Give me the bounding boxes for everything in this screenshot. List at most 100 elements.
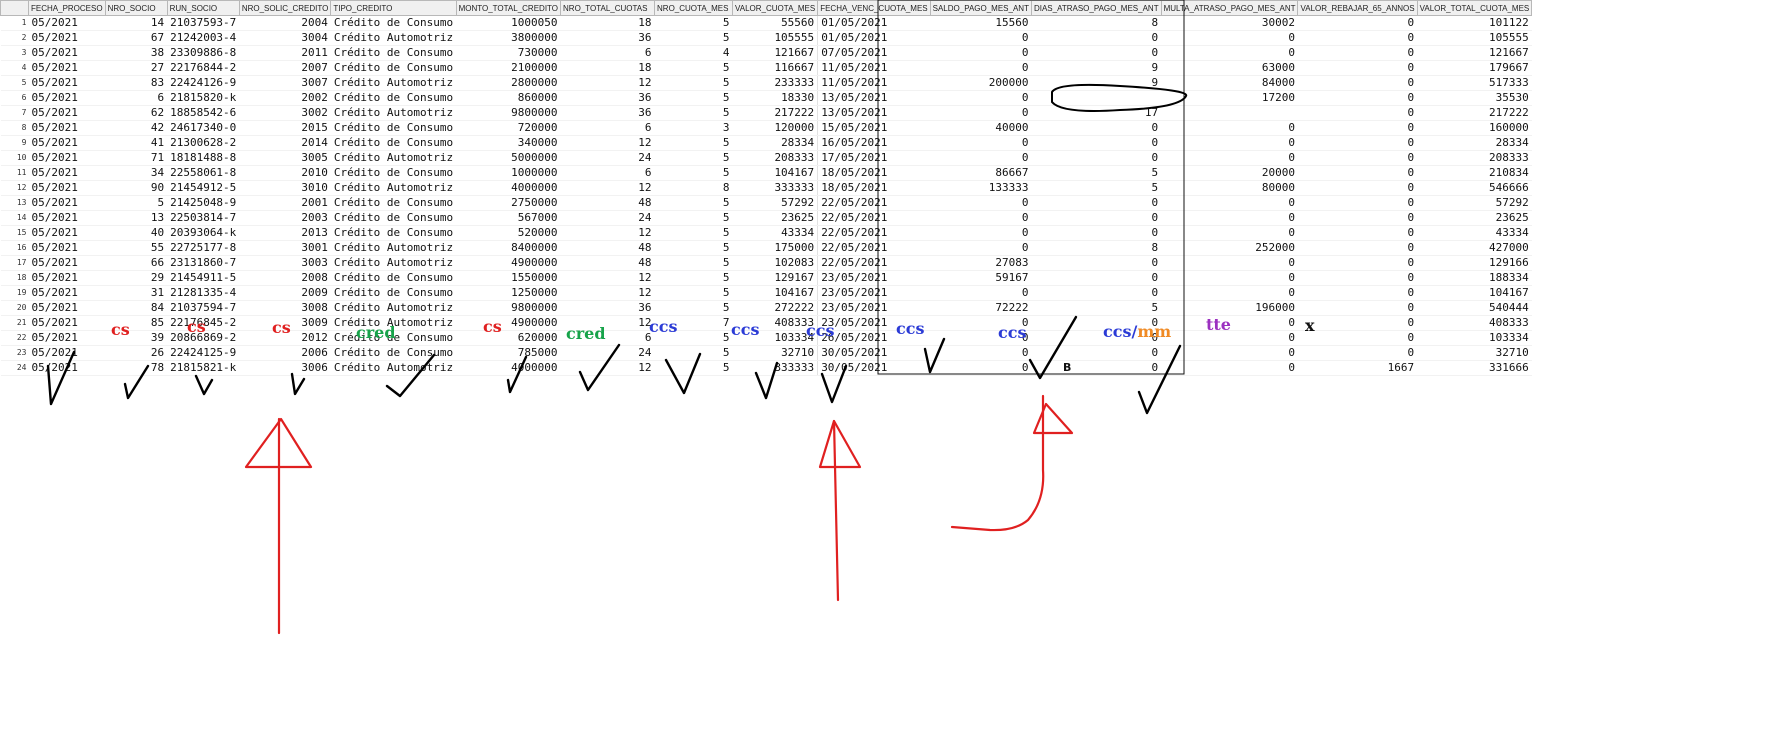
row-number[interactable]: 15 xyxy=(0,225,29,241)
table-cell[interactable]: 05/2021 xyxy=(28,315,106,331)
table-cell[interactable]: 21454911-5 xyxy=(167,270,240,286)
table-cell[interactable]: 0 xyxy=(1297,120,1418,136)
table-cell[interactable]: 6 xyxy=(560,45,655,61)
column-header[interactable]: FECHA_PROCESO xyxy=(28,0,106,16)
row-number[interactable]: 17 xyxy=(0,255,29,271)
table-cell[interactable]: 0 xyxy=(1031,225,1162,241)
table-cell[interactable]: 121667 xyxy=(1417,45,1532,61)
column-header[interactable]: MULTA_ATRASO_PAGO_MES_ANT xyxy=(1160,0,1299,16)
table-cell[interactable]: 0 xyxy=(1031,150,1162,166)
table-cell[interactable]: 22176844-2 xyxy=(167,60,240,76)
table-cell[interactable]: Crédito Automotriz xyxy=(330,315,457,331)
column-header[interactable]: NRO_SOLIC_CREDITO xyxy=(238,0,332,16)
table-cell[interactable]: Crédito de Consumo xyxy=(330,165,457,181)
table-cell[interactable]: 3009 xyxy=(239,315,331,331)
column-header[interactable]: SALDO_PAGO_MES_ANT xyxy=(929,0,1032,16)
table-cell[interactable]: 116667 xyxy=(732,60,818,76)
table-cell[interactable]: 104167 xyxy=(1417,285,1532,301)
table-cell[interactable]: 36 xyxy=(560,90,655,106)
table-cell[interactable]: 0 xyxy=(1161,30,1298,46)
table-cell[interactable]: 208333 xyxy=(1417,150,1532,166)
table-cell[interactable]: Crédito de Consumo xyxy=(330,135,457,151)
table-cell[interactable]: 78 xyxy=(105,360,168,376)
table-cell[interactable]: 21242003-4 xyxy=(167,30,240,46)
table-cell[interactable]: 30002 xyxy=(1161,15,1298,31)
column-header[interactable]: NRO_TOTAL_CUOTAS xyxy=(560,0,656,16)
table-cell[interactable]: 0 xyxy=(1297,15,1418,31)
table-cell[interactable]: 5 xyxy=(654,330,733,346)
table-cell[interactable]: 2100000 xyxy=(456,60,561,76)
table-cell[interactable]: 5 xyxy=(654,240,733,256)
table-cell[interactable]: 4000000 xyxy=(456,180,561,196)
table-cell[interactable]: 0 xyxy=(1031,195,1162,211)
table-cell[interactable]: 05/2021 xyxy=(28,30,106,46)
table-cell[interactable]: 23131860-7 xyxy=(167,255,240,271)
table-cell[interactable]: 5 xyxy=(654,225,733,241)
table-cell[interactable]: 23625 xyxy=(732,210,818,226)
table-cell[interactable]: 0 xyxy=(930,360,1032,376)
table-cell[interactable]: 05/2021 xyxy=(28,90,106,106)
table-cell[interactable]: 2750000 xyxy=(456,195,561,211)
table-cell[interactable]: 27083 xyxy=(930,255,1032,271)
table-cell[interactable]: 21454912-5 xyxy=(167,180,240,196)
table-cell[interactable]: 22558061-8 xyxy=(167,165,240,181)
table-cell[interactable]: 103334 xyxy=(732,330,818,346)
table-cell[interactable]: 0 xyxy=(1031,30,1162,46)
column-header[interactable]: VALOR_TOTAL_CUOTA_MES xyxy=(1416,0,1533,16)
table-cell[interactable]: Crédito de Consumo xyxy=(330,120,457,136)
table-cell[interactable]: 0 xyxy=(1031,360,1162,376)
table-cell[interactable]: 0 xyxy=(1161,270,1298,286)
table-cell[interactable]: 121667 xyxy=(732,45,818,61)
table-cell[interactable]: 427000 xyxy=(1417,240,1532,256)
table-cell[interactable]: 22/05/2021 xyxy=(817,240,931,256)
table-cell[interactable]: 252000 xyxy=(1161,240,1298,256)
table-cell[interactable]: 28334 xyxy=(732,135,818,151)
table-row[interactable]: 15 05/2021 40 20393064-k 2013 Crédito de Cons… xyxy=(0,225,1532,241)
table-cell[interactable]: 2011 xyxy=(239,45,331,61)
row-number[interactable]: 9 xyxy=(0,135,29,151)
table-cell[interactable]: 0 xyxy=(1297,270,1418,286)
row-number[interactable]: 18 xyxy=(0,270,29,286)
table-cell[interactable]: 785000 xyxy=(456,345,561,361)
table-cell[interactable]: 179667 xyxy=(1417,60,1532,76)
table-cell[interactable]: 5 xyxy=(654,15,733,31)
row-number[interactable]: 2 xyxy=(0,30,29,46)
row-number[interactable]: 12 xyxy=(0,180,29,196)
row-number[interactable]: 16 xyxy=(0,240,29,256)
table-cell[interactable]: 217222 xyxy=(1417,105,1532,121)
table-cell[interactable]: 05/2021 xyxy=(28,120,106,136)
table-row[interactable]: 17 05/2021 66 23131860-7 3003 Crédito Automot… xyxy=(0,255,1532,271)
row-number[interactable]: 4 xyxy=(0,60,29,76)
table-row[interactable]: 2 05/2021 67 21242003-4 3004 Crédito Automotr… xyxy=(0,30,1532,46)
table-cell[interactable]: 59167 xyxy=(930,270,1032,286)
table-cell[interactable]: 0 xyxy=(1297,30,1418,46)
row-number[interactable]: 24 xyxy=(0,360,29,376)
row-number[interactable]: 7 xyxy=(0,105,29,121)
table-cell[interactable]: 540444 xyxy=(1417,300,1532,316)
table-cell[interactable]: 5 xyxy=(654,30,733,46)
table-cell[interactable]: 0 xyxy=(1297,255,1418,271)
row-number[interactable]: 19 xyxy=(0,285,29,301)
table-cell[interactable]: Crédito de Consumo xyxy=(330,270,457,286)
table-cell[interactable]: 5 xyxy=(1031,165,1162,181)
table-cell[interactable]: 11/05/2021 xyxy=(817,60,931,76)
table-cell[interactable]: 3003 xyxy=(239,255,331,271)
table-cell[interactable]: Crédito de Consumo xyxy=(330,330,457,346)
table-cell[interactable]: 05/2021 xyxy=(28,165,106,181)
table-cell[interactable]: 3001 xyxy=(239,240,331,256)
table-cell[interactable]: 2015 xyxy=(239,120,331,136)
table-cell[interactable]: 21037594-7 xyxy=(167,300,240,316)
table-cell[interactable]: 18330 xyxy=(732,90,818,106)
table-cell[interactable]: 0 xyxy=(1031,120,1162,136)
table-cell[interactable]: 0 xyxy=(1161,345,1298,361)
table-cell[interactable]: 0 xyxy=(1161,135,1298,151)
table-cell[interactable]: 12 xyxy=(560,315,655,331)
table-cell[interactable]: 0 xyxy=(1031,315,1162,331)
table-cell[interactable]: 105555 xyxy=(732,30,818,46)
table-cell[interactable]: 0 xyxy=(1297,210,1418,226)
table-cell[interactable]: 3002 xyxy=(239,105,331,121)
table-cell[interactable]: 0 xyxy=(1297,180,1418,196)
table-cell[interactable]: 05/2021 xyxy=(28,180,106,196)
table-cell[interactable]: 4000000 xyxy=(456,360,561,376)
table-cell[interactable]: 0 xyxy=(1031,330,1162,346)
